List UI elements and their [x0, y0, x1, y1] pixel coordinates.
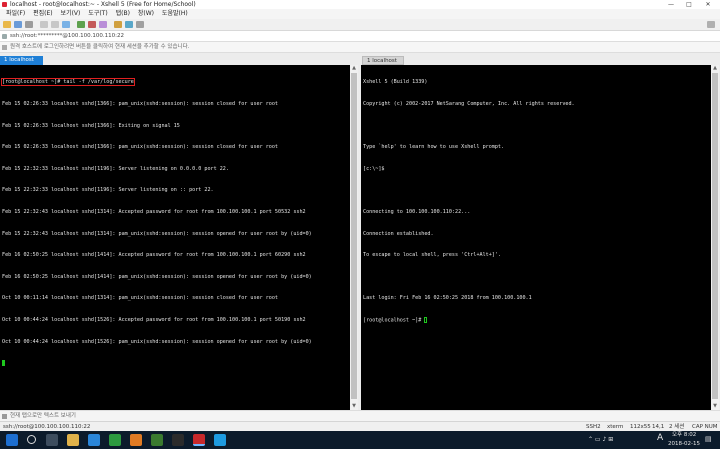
log-line: Oct 10 00:11:14 localhost sshd[1314]: pa… — [2, 295, 279, 302]
lock-icon[interactable] — [114, 21, 122, 28]
terminal-line: Connecting to 100.100.100.110:22... — [363, 208, 471, 215]
clock-time[interactable]: 오후 8:02 — [672, 431, 696, 440]
tail-command-line: [root@localhost ~]# tail -f /var/log/sec… — [1, 78, 135, 87]
menu-tools[interactable]: 도구(T) — [88, 9, 107, 19]
terminal-line: Copyright (c) 2002-2017 NetSarang Comput… — [363, 101, 575, 107]
properties-icon[interactable] — [99, 21, 107, 28]
close-button[interactable]: ✕ — [701, 0, 715, 9]
log-line: Feb 15 22:32:43 localhost sshd[1314]: Ac… — [2, 208, 306, 215]
terminal-app-icon[interactable] — [151, 434, 163, 446]
log-line: Feb 15 22:32:33 localhost sshd[1196]: Se… — [2, 187, 214, 194]
notification-icon[interactable]: ▤ — [705, 435, 712, 444]
log-line: Feb 15 02:26:33 localhost sshd[1366]: Ex… — [2, 122, 180, 129]
status-bar: ssh://root@100.100.100.110:22 SSH2 xterm… — [0, 421, 720, 431]
menu-bar: 파일(F) 편집(E) 보기(V) 도구(T) 탭(B) 창(W) 도움말(H) — [0, 9, 720, 19]
log-line: Oct 10 00:44:24 localhost sshd[1526]: Ac… — [2, 316, 306, 323]
scroll-down-arrow-icon[interactable]: ▼ — [350, 403, 358, 410]
tab-strip-right — [404, 56, 720, 65]
file-explorer-icon[interactable] — [67, 434, 79, 446]
help-icon[interactable] — [707, 21, 715, 28]
log-line: Feb 16 02:50:25 localhost sshd[1414]: pa… — [2, 273, 312, 280]
copy-icon[interactable] — [40, 21, 48, 28]
send-icon[interactable] — [2, 414, 7, 419]
address-icon — [2, 34, 7, 39]
scroll-down-arrow-icon[interactable]: ▼ — [711, 403, 719, 410]
terminal-line: Connection established. — [363, 230, 434, 237]
start-windows-icon[interactable] — [6, 434, 18, 446]
new-session-icon[interactable] — [3, 21, 11, 28]
scrollbar-thumb-right[interactable] — [712, 73, 718, 399]
hint-text: 원격 호스트에 로그인하려면 버튼을 클릭하여 현재 세션을 추가할 수 있습니… — [10, 44, 190, 50]
chrome-icon[interactable] — [109, 434, 121, 446]
xshell-app-icon — [2, 2, 7, 7]
task-view-icon[interactable] — [46, 434, 58, 446]
hint-icon — [2, 45, 7, 50]
xftp-icon[interactable] — [88, 21, 96, 28]
terminal-line: [c:\~]$ — [363, 165, 385, 172]
title-bar: localhost - root@localhost:~ - Xshell 5 … — [0, 0, 720, 9]
windows-taskbar: ⌃ ▭ ♪ ⊞ A 오후 8:02 2018-02-15 ▤ — [0, 431, 720, 449]
terminal-right[interactable]: Xshell 5 (Build 1339) Copyright (c) 2002… — [361, 65, 711, 410]
scrollbar-right[interactable]: ▲ ▼ — [711, 65, 719, 410]
layout-icon[interactable] — [136, 21, 144, 28]
scrollbar-thumb-left[interactable] — [351, 73, 357, 399]
xshell-window: localhost - root@localhost:~ - Xshell 5 … — [0, 0, 720, 449]
terminal-cursor — [2, 360, 5, 367]
xshell-taskbar-icon[interactable] — [193, 434, 205, 446]
scroll-up-arrow-icon[interactable]: ▲ — [711, 65, 719, 72]
app-icon[interactable] — [172, 434, 184, 446]
scrollbar-left[interactable]: ▲ ▼ — [350, 65, 358, 410]
menu-edit[interactable]: 편집(E) — [33, 9, 53, 19]
maximize-button[interactable]: □ — [682, 0, 696, 9]
ime-lang[interactable]: A — [657, 434, 663, 443]
menu-file[interactable]: 파일(F) — [6, 9, 25, 19]
tab-localhost-right[interactable]: 1 localhost — [362, 56, 404, 65]
fullscreen-icon[interactable] — [125, 21, 133, 28]
terminal-line: Last login: Fri Feb 16 02:50:25 2018 fro… — [363, 295, 532, 302]
toolbar — [0, 19, 720, 31]
ie-browser-icon[interactable] — [88, 434, 100, 446]
menu-tab[interactable]: 탭(B) — [116, 9, 130, 19]
window-title: localhost - root@localhost:~ - Xshell 5 … — [10, 1, 196, 8]
menu-view[interactable]: 보기(V) — [61, 9, 81, 19]
terminal-line: To escape to local shell, press 'Ctrl+Al… — [363, 252, 502, 259]
find-icon[interactable] — [62, 21, 70, 28]
scroll-up-arrow-icon[interactable]: ▲ — [350, 65, 358, 72]
tab-strip-left — [43, 56, 350, 65]
terminal-line: Type `help' to learn how to use Xshell p… — [363, 144, 505, 151]
firefox-icon[interactable] — [130, 434, 142, 446]
log-line: Feb 15 22:32:43 localhost sshd[1314]: pa… — [2, 230, 312, 237]
menu-window[interactable]: 창(W) — [138, 9, 154, 19]
video-app-icon[interactable] — [214, 434, 226, 446]
log-line: Oct 10 00:44:24 localhost sshd[1526]: pa… — [2, 338, 312, 345]
log-line: Feb 15 02:26:33 localhost sshd[1366]: pa… — [2, 101, 279, 107]
terminal-line: Xshell 5 (Build 1339) — [363, 79, 428, 86]
log-line: Feb 15 22:32:33 localhost sshd[1196]: Se… — [2, 165, 229, 172]
menu-help[interactable]: 도움말(H) — [162, 9, 188, 19]
address-text[interactable]: ssh://root:*********@100.100.100.110:22 — [10, 31, 124, 42]
clock-date[interactable]: 2018-02-15 — [668, 440, 700, 449]
compose-bar[interactable]: 현재 탭으로만 텍스트 보내기 — [0, 410, 720, 421]
terminal-cursor — [424, 316, 428, 323]
tab-localhost-left[interactable]: 1 localhost — [0, 56, 43, 65]
hint-bar: 원격 호스트에 로그인하려면 버튼을 클릭하여 현재 세션을 추가할 수 있습니… — [0, 42, 720, 53]
shell-prompt: [root@localhost ~]# — [363, 317, 425, 324]
minimize-button[interactable]: — — [664, 0, 678, 9]
print-icon[interactable] — [77, 21, 85, 28]
log-line: Feb 16 02:50:25 localhost sshd[1414]: Ac… — [2, 252, 306, 259]
paste-icon[interactable] — [51, 21, 59, 28]
open-folder-icon[interactable] — [14, 21, 22, 28]
search-icon[interactable] — [27, 435, 36, 444]
tray-icons[interactable]: ⌃ ▭ ♪ ⊞ — [588, 435, 613, 444]
terminal-left[interactable]: [root@localhost ~]# tail -f /var/log/sec… — [0, 65, 350, 410]
address-bar[interactable]: ssh://root:*********@100.100.100.110:22 — [0, 31, 720, 42]
log-line: Feb 15 02:26:33 localhost sshd[1366]: pa… — [2, 144, 279, 151]
reconnect-icon[interactable] — [25, 21, 33, 28]
